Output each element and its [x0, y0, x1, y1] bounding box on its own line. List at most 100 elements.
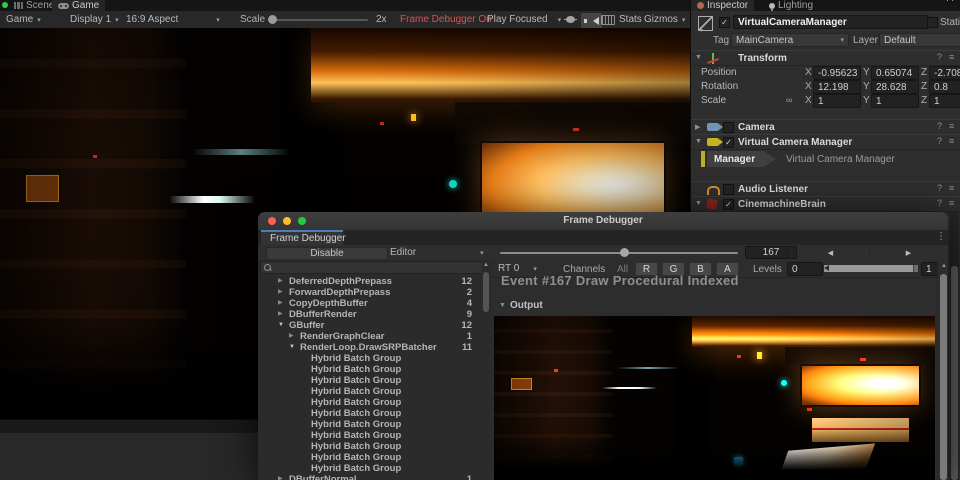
mute-audio-button[interactable] [581, 13, 602, 29]
preset-icon[interactable]: ≡ [949, 198, 954, 208]
scroll-up-icon[interactable]: ▲ [941, 263, 947, 269]
gizmos-dropdown[interactable]: Gizmos▾ [644, 11, 685, 28]
foldout-collapsed-icon[interactable]: ▶ [278, 474, 283, 480]
tree-row[interactable]: Hybrid Batch Group [258, 375, 474, 386]
foldout-icon[interactable]: ▼ [695, 200, 702, 207]
play-focused-dropdown[interactable]: Play Focused▾ [487, 11, 561, 28]
tree-row[interactable]: Hybrid Batch Group [258, 397, 474, 408]
preset-icon[interactable]: ≡ [949, 52, 954, 62]
cinemachine-brain-header[interactable]: ▼ ✓ CinemachineBrain ? ≡ [691, 196, 960, 212]
window-titlebar[interactable]: Frame Debugger [258, 212, 948, 231]
brain-enabled-checkbox[interactable]: ✓ [723, 199, 734, 210]
tree-scrollbar[interactable]: ▲ [482, 260, 490, 480]
tree-row[interactable]: ▶RenderGraphClear1 [258, 331, 474, 342]
help-icon[interactable]: ? [937, 52, 942, 62]
rotation-x-field[interactable]: 12.198 [813, 80, 861, 94]
foldout-collapsed-icon[interactable]: ▶ [289, 331, 294, 342]
transform-header[interactable]: ▼ Transform ? ≡ [691, 50, 960, 66]
frame-slider[interactable] [500, 252, 738, 254]
tree-scrollbar-thumb[interactable] [483, 272, 489, 312]
foldout-expanded-icon[interactable]: ▼ [278, 320, 284, 331]
tree-row[interactable]: ▶DBufferRender9 [258, 309, 474, 320]
layer-dropdown[interactable]: Default [879, 33, 960, 47]
tree-row[interactable]: ▶CopyDepthBuffer4 [258, 298, 474, 309]
levels-min-field[interactable]: 0 [787, 262, 823, 276]
position-z-field[interactable]: -2.7085 [929, 66, 960, 80]
tree-row[interactable]: Hybrid Batch Group [258, 452, 474, 463]
foldout-collapsed-icon[interactable]: ▶ [278, 287, 283, 298]
help-icon[interactable]: ? [937, 121, 942, 131]
preset-icon[interactable]: ≡ [949, 136, 954, 146]
levels-slider[interactable] [824, 265, 918, 272]
audio-enabled-checkbox[interactable] [723, 184, 734, 195]
position-x-field[interactable]: -0.95623 [813, 66, 861, 80]
help-icon[interactable]: ? [937, 136, 942, 146]
tree-row[interactable]: Hybrid Batch Group [258, 430, 474, 441]
next-event-button[interactable]: ▶ [869, 245, 947, 260]
frame-slider-thumb[interactable] [620, 248, 629, 257]
disable-button[interactable]: Disable [266, 247, 388, 260]
tab-inspector[interactable]: Inspector [691, 0, 754, 11]
output-foldout[interactable]: ▼ Output [499, 300, 543, 311]
frame-number-field[interactable]: 167 [745, 246, 797, 259]
manager-chip[interactable]: Manager [707, 151, 776, 167]
gameobject-enabled-checkbox[interactable]: ✓ [719, 17, 730, 28]
scroll-up-icon[interactable]: ▲ [483, 262, 489, 268]
inspector-scrollbar-thumb[interactable] [951, 266, 958, 480]
display-target-dropdown[interactable]: Game▾ [6, 11, 41, 28]
tree-row[interactable]: Hybrid Batch Group [258, 353, 474, 364]
detail-scrollbar-thumb[interactable] [940, 274, 947, 480]
scale-z-field[interactable]: 1 [929, 94, 960, 108]
tree-row[interactable]: Hybrid Batch Group [258, 408, 474, 419]
tree-row[interactable]: Hybrid Batch Group [258, 419, 474, 430]
tree-row[interactable]: ▶DeferredDepthPrepass12 [258, 276, 474, 287]
camera-header[interactable]: ▶ Camera ? ≡ [691, 119, 960, 135]
tree-row[interactable]: Hybrid Batch Group [258, 386, 474, 397]
position-y-field[interactable]: 0.65074 [871, 66, 919, 80]
foldout-icon[interactable]: ▶ [695, 123, 700, 131]
search-input[interactable] [274, 262, 482, 274]
foldout-expanded-icon[interactable]: ▼ [289, 342, 295, 353]
tab-game[interactable]: Game [52, 0, 105, 11]
scale-slider-thumb[interactable] [268, 15, 277, 24]
vcm-enabled-checkbox[interactable]: ✓ [723, 137, 734, 148]
help-icon[interactable]: ? [937, 183, 942, 193]
rotation-z-field[interactable]: 0.8 [929, 80, 960, 94]
aspect-dropdown[interactable]: 16:9 Aspect▾ [126, 11, 220, 28]
link-icon[interactable]: ∞ [786, 95, 792, 105]
keyboard-button[interactable] [601, 11, 615, 28]
rotation-y-field[interactable]: 28.628 [871, 80, 919, 94]
detail-scrollbar[interactable]: ▲ [937, 260, 948, 480]
static-checkbox[interactable] [927, 17, 938, 28]
preset-icon[interactable]: ≡ [949, 121, 954, 131]
foldout-collapsed-icon[interactable]: ▶ [278, 309, 283, 320]
tab-lighting[interactable]: Lighting [763, 0, 819, 11]
virtual-camera-manager-header[interactable]: ▼ ✓ Virtual Camera Manager ? ≡ [691, 134, 960, 150]
chevron-down-icon[interactable]: ▾ [700, 27, 703, 34]
tree-row[interactable]: ▼GBuffer12 [258, 320, 474, 331]
scale-slider[interactable] [268, 19, 368, 21]
foldout-icon[interactable]: ▼ [695, 54, 702, 61]
debug-button[interactable] [566, 11, 575, 28]
gameobject-name-field[interactable]: VirtualCameraManager [733, 15, 929, 29]
tab-frame-debugger[interactable]: Frame Debugger [261, 230, 343, 245]
foldout-icon[interactable]: ▼ [695, 138, 702, 145]
kebab-menu-icon[interactable]: ⋮ [936, 231, 946, 242]
audio-listener-header[interactable]: Audio Listener ? ≡ [691, 181, 960, 197]
tree-row[interactable]: Hybrid Batch Group [258, 441, 474, 452]
tree-row[interactable]: ▼RenderLoop.DrawSRPBatcher11 [258, 342, 474, 353]
foldout-collapsed-icon[interactable]: ▶ [278, 276, 283, 287]
help-icon[interactable]: ? [937, 198, 942, 208]
tree-row[interactable]: ▶ForwardDepthPrepass2 [258, 287, 474, 298]
tree-row[interactable]: ▶DBufferNormal1 [258, 474, 474, 480]
tag-dropdown[interactable]: MainCamera▾ [731, 33, 849, 47]
target-dropdown[interactable]: Editor▾ [390, 247, 490, 258]
tree-row[interactable]: Hybrid Batch Group [258, 463, 474, 474]
inspector-scrollbar[interactable] [950, 212, 959, 480]
prev-event-button[interactable]: ◀ [791, 245, 869, 260]
stats-button[interactable]: Stats [619, 11, 642, 28]
tree-row[interactable]: Hybrid Batch Group [258, 364, 474, 375]
search-field[interactable] [260, 261, 486, 274]
scale-x-field[interactable]: 1 [813, 94, 861, 108]
camera-enabled-checkbox[interactable] [723, 122, 734, 133]
